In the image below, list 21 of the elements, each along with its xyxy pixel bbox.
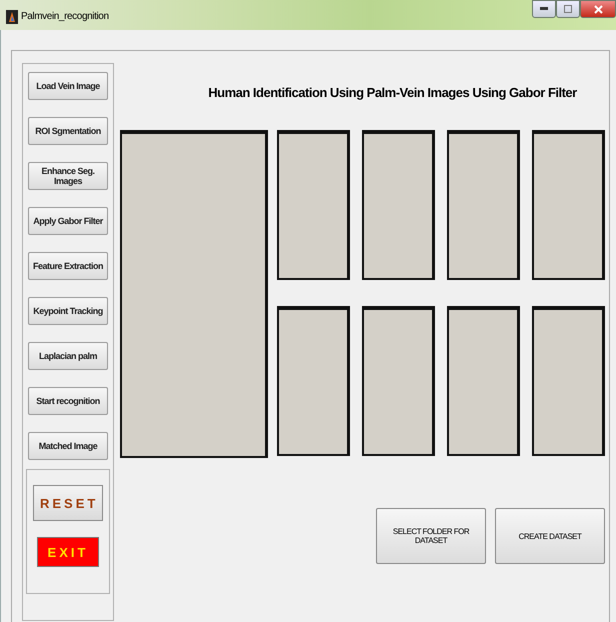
side-button[interactable]: ROI Sgmentation <box>28 117 108 145</box>
reset-button[interactable]: RESET <box>33 485 103 521</box>
maximize-icon <box>564 5 572 13</box>
maximize-button[interactable] <box>556 0 580 18</box>
dataset-button[interactable]: SELECT FOLDER FOR DATASET <box>376 508 486 564</box>
window-title: Palmvein_recognition <box>21 11 109 22</box>
close-button[interactable] <box>580 0 616 18</box>
minimize-icon <box>540 7 548 11</box>
app-icon <box>6 10 18 24</box>
side-button[interactable]: Apply Gabor Filter <box>28 207 108 235</box>
side-button[interactable]: Keypoint Tracking <box>28 297 108 325</box>
heading: Human Identification Using Palm-Vein Images Using Gabor Filter <box>207 85 578 100</box>
side-button[interactable]: Laplacian palm <box>28 342 108 370</box>
side-button[interactable]: Matched Image <box>28 432 108 460</box>
side-button[interactable]: Feature Extraction <box>28 252 108 280</box>
dataset-button[interactable]: CREATE DATASET <box>495 508 605 564</box>
side-button[interactable]: Enhance Seg. Images <box>28 162 108 190</box>
close-icon <box>594 4 602 14</box>
side-button[interactable]: Load Vein Image <box>28 72 108 100</box>
side-button[interactable]: Start recognition <box>28 387 108 415</box>
minimize-button[interactable] <box>532 0 556 18</box>
